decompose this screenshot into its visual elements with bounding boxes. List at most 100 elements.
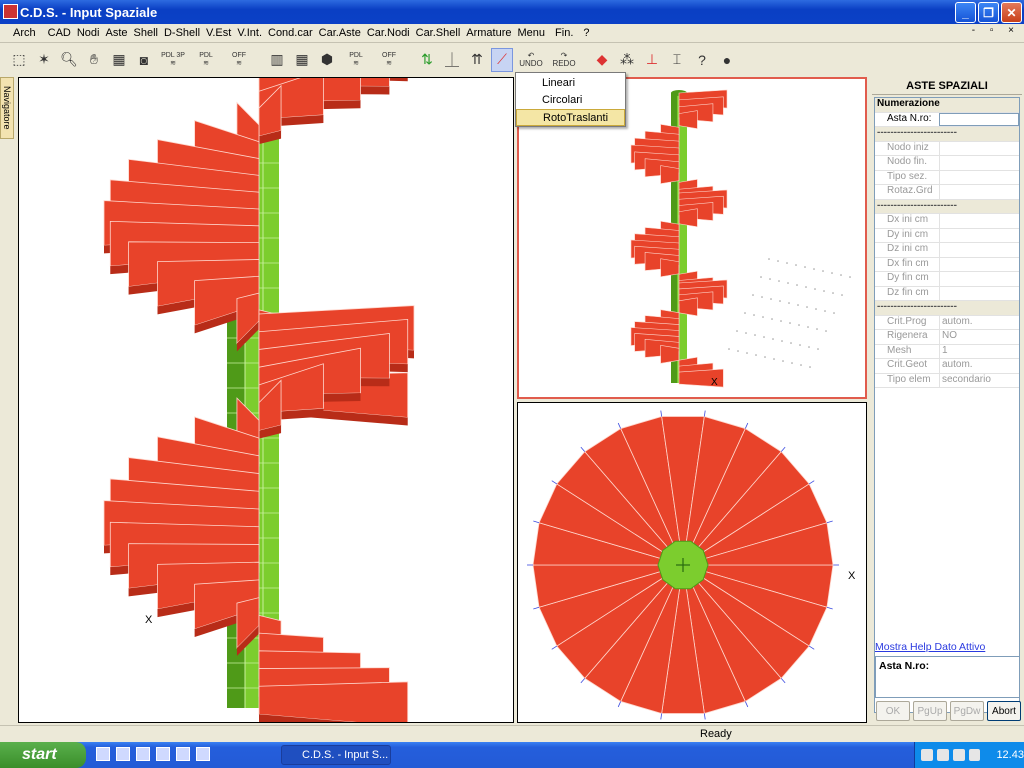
property-row[interactable]: Dz fin cm [875,286,1019,301]
pan-icon[interactable]: ✋︎ [83,48,105,72]
property-row[interactable]: Dz ini cm [875,243,1019,258]
menu-arch[interactable]: Arch [10,27,39,39]
menu-nodi[interactable]: Nodi [74,27,103,39]
property-value[interactable] [939,214,1019,228]
property-value[interactable] [939,185,1019,199]
menu-cond-car[interactable]: Cond.car [265,27,316,39]
section-numerazione[interactable]: Numerazione [875,98,1019,113]
property-row[interactable]: Mesh 1 [875,344,1019,359]
dropdown-item-lineari[interactable]: Lineari [516,75,625,92]
ok-button[interactable]: OK [876,701,910,721]
ie-icon[interactable] [96,747,110,761]
taskbar-window-button[interactable]: C.D.S. - Input S... [281,745,391,765]
menu-aste[interactable]: Aste [102,27,130,39]
menu-d-shell[interactable]: D-Shell [161,27,203,39]
beam-icon[interactable]: ⊥ [641,48,663,72]
property-row[interactable]: Nodo fin. [875,156,1019,171]
close-button[interactable]: ✕ [1001,2,1022,23]
menu-car-shell[interactable]: Car.Shell [413,27,464,39]
move-icon[interactable]: ▦ [108,48,130,72]
explorer-icon[interactable] [136,747,150,761]
dropdown-item-rototraslanti[interactable]: RotoTraslanti [516,109,625,126]
menu-cad[interactable]: CAD [45,27,74,39]
node-icon[interactable]: ⁂ [616,48,638,72]
property-value[interactable] [939,272,1019,286]
property-value[interactable] [939,286,1019,300]
off-button[interactable]: OFF ≋ [224,48,254,72]
menu-v-int[interactable]: V.Int. [234,27,265,39]
property-value[interactable] [939,257,1019,271]
property-value[interactable] [939,141,1019,155]
numbering-icon[interactable]: ⇅ [416,48,438,72]
menu-menu[interactable]: Menu [515,27,549,39]
dropdown-item-circolari[interactable]: Circolari [516,92,625,109]
cmd-icon[interactable] [196,747,210,761]
outlook-icon[interactable] [116,747,130,761]
stair-generator-icon[interactable]: ⟋ [491,47,513,72]
menu-shell[interactable]: Shell [131,27,161,39]
property-row[interactable]: Dy fin cm [875,272,1019,287]
property-value[interactable] [939,228,1019,242]
tray-app-icon-2[interactable] [952,749,965,761]
help-icon[interactable]: ? [691,48,713,72]
property-value[interactable]: autom. [939,315,1019,329]
zoom-all-icon[interactable]: ✶ [33,48,55,72]
axes-icon[interactable]: ⇈ [466,48,488,72]
pgdw-button[interactable]: PgDw [950,701,984,721]
maximize-button[interactable]: ❐ [978,2,999,23]
camera-icon[interactable]: ◙ [133,48,155,72]
property-value[interactable] [939,170,1019,184]
frame-icon[interactable]: ▦ [291,48,313,72]
shield-icon[interactable] [968,749,981,761]
property-row[interactable]: Tipo elem secondario [875,373,1019,388]
pdl-button[interactable]: PDL ≋ [191,48,221,72]
pdl-button-2[interactable]: PDL ≋ [341,48,371,72]
plan-viewport[interactable]: X [517,402,867,723]
property-value[interactable]: 1 [939,344,1019,358]
undo-button[interactable]: ↶ UNDO [516,48,546,72]
tray-app-icon[interactable] [936,749,949,761]
off-button-2[interactable]: OFF ≋ [374,48,404,72]
redo-button[interactable]: ↷ REDO [549,48,579,72]
network-icon[interactable] [921,749,933,761]
property-row[interactable]: Crit.Prog autom. [875,315,1019,330]
menu-armature[interactable]: Armature [463,27,514,39]
eraser-icon[interactable]: ◆ [591,48,613,72]
property-row[interactable]: Rigenera NO [875,330,1019,345]
section-icon[interactable]: ⌶ [666,48,688,72]
support-icon[interactable]: ⏊ [441,48,463,72]
menu-car-nodi[interactable]: Car.Nodi [364,27,413,39]
asta-input[interactable] [939,112,1019,126]
property-row[interactable]: Rotaz.Grd [875,185,1019,200]
media-icon[interactable] [156,747,170,761]
property-value[interactable]: autom. [939,359,1019,373]
app-icon[interactable] [3,4,18,19]
menu-car-aste[interactable]: Car.Aste [316,27,364,39]
main-viewport[interactable]: X [18,77,514,723]
property-row[interactable]: Crit.Geot autom. [875,359,1019,374]
minimize-button[interactable]: _ [955,2,976,23]
pdl-3p-button[interactable]: PDL 3P ≋ [158,48,188,72]
building-icon[interactable]: ▥ [266,48,288,72]
property-value[interactable]: NO [939,330,1019,344]
menu-fin[interactable]: Fin. [552,27,576,39]
property-row[interactable]: Tipo sez. [875,170,1019,185]
property-value[interactable]: secondario [939,373,1019,387]
menu-v-est[interactable]: V.Est [203,27,234,39]
property-row[interactable]: Dx ini cm [875,214,1019,229]
property-value[interactable] [939,156,1019,170]
pgup-button[interactable]: PgUp [913,701,947,721]
bomb-icon[interactable]: ● [716,48,738,72]
property-row[interactable]: Dy ini cm [875,228,1019,243]
menu-help[interactable]: ? [580,27,592,39]
mdi-controls[interactable]: - ▫ × [972,25,1020,36]
abort-button[interactable]: Abort [987,701,1021,721]
help-link[interactable]: Mostra Help Dato Attivo [875,641,985,653]
start-button[interactable]: start [0,742,86,768]
property-row-asta[interactable]: Asta N.ro: [875,112,1019,127]
cube-icon[interactable]: ⬢ [316,48,338,72]
property-row[interactable]: Nodo iniz [875,141,1019,156]
zoom-window-icon[interactable]: ⬚ [8,48,30,72]
zoom-icon[interactable]: 🔍︎ [58,48,80,72]
property-value[interactable] [939,243,1019,257]
